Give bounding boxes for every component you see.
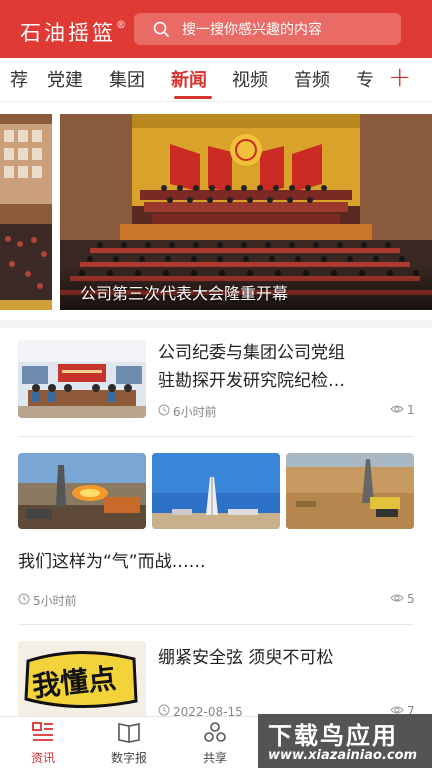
tab-video[interactable]: 视频: [232, 66, 268, 92]
banner-prev-slide[interactable]: [0, 114, 52, 310]
banner-carousel[interactable]: 公司第三次代表大会隆重开幕: [0, 102, 432, 322]
article-thumbnail: [18, 340, 146, 418]
tab-recommend[interactable]: 荐: [10, 66, 28, 92]
watermark: 下载鸟应用 www.xiazainiao.com: [258, 714, 432, 768]
article-views: 1: [390, 403, 415, 417]
app-header: 石油摇篮® 搜一搜你感兴趣的内容: [0, 0, 432, 58]
article-title: 绷紧安全弦 须臾不可松: [158, 648, 334, 668]
tab-audio[interactable]: 音频: [294, 66, 330, 92]
share-icon: [203, 722, 227, 747]
article-time: 6小时前: [158, 403, 217, 420]
article-title: 公司纪委与集团公司党组 驻勘探开发研究院纪检…: [158, 343, 345, 391]
search-bar[interactable]: 搜一搜你感兴趣的内容: [134, 13, 401, 45]
section-divider: [0, 320, 432, 328]
clock-icon: [18, 593, 30, 608]
nav-news[interactable]: 资讯: [8, 721, 78, 766]
tab-group[interactable]: 集团: [109, 66, 145, 92]
newspaper-icon: [117, 723, 141, 747]
clock-icon: [158, 404, 170, 419]
app-logo: 石油摇篮®: [20, 20, 126, 45]
article-thumbnail: [152, 453, 280, 529]
banner-caption: 公司第三次代表大会隆重开幕: [80, 284, 289, 303]
search-placeholder: 搜一搜你感兴趣的内容: [182, 22, 322, 38]
search-icon: [146, 13, 176, 45]
eye-icon: [390, 403, 404, 417]
divider: [18, 624, 414, 625]
article-time: 5小时前: [18, 592, 77, 609]
article-thumbnail: [286, 453, 414, 529]
article-thumbnail: [18, 453, 146, 529]
tab-special[interactable]: 专: [356, 66, 374, 92]
category-tabs: 荐 党建 集团 新闻 视频 音频 专 +: [0, 58, 432, 102]
article-views: 5: [390, 592, 415, 606]
article-title: 我们这样为“气”而战……: [18, 552, 206, 572]
active-tab-indicator: [174, 96, 212, 99]
eye-icon: [390, 592, 404, 606]
add-tab-icon[interactable]: +: [388, 60, 411, 93]
tab-party[interactable]: 党建: [47, 66, 83, 92]
nav-digital-paper[interactable]: 数字报: [94, 721, 164, 766]
tab-news[interactable]: 新闻: [171, 66, 207, 92]
article-thumbnail: 我懂点: [18, 641, 146, 719]
nav-share[interactable]: 共享: [180, 721, 250, 766]
news-icon: [31, 722, 55, 747]
divider: [18, 436, 414, 437]
